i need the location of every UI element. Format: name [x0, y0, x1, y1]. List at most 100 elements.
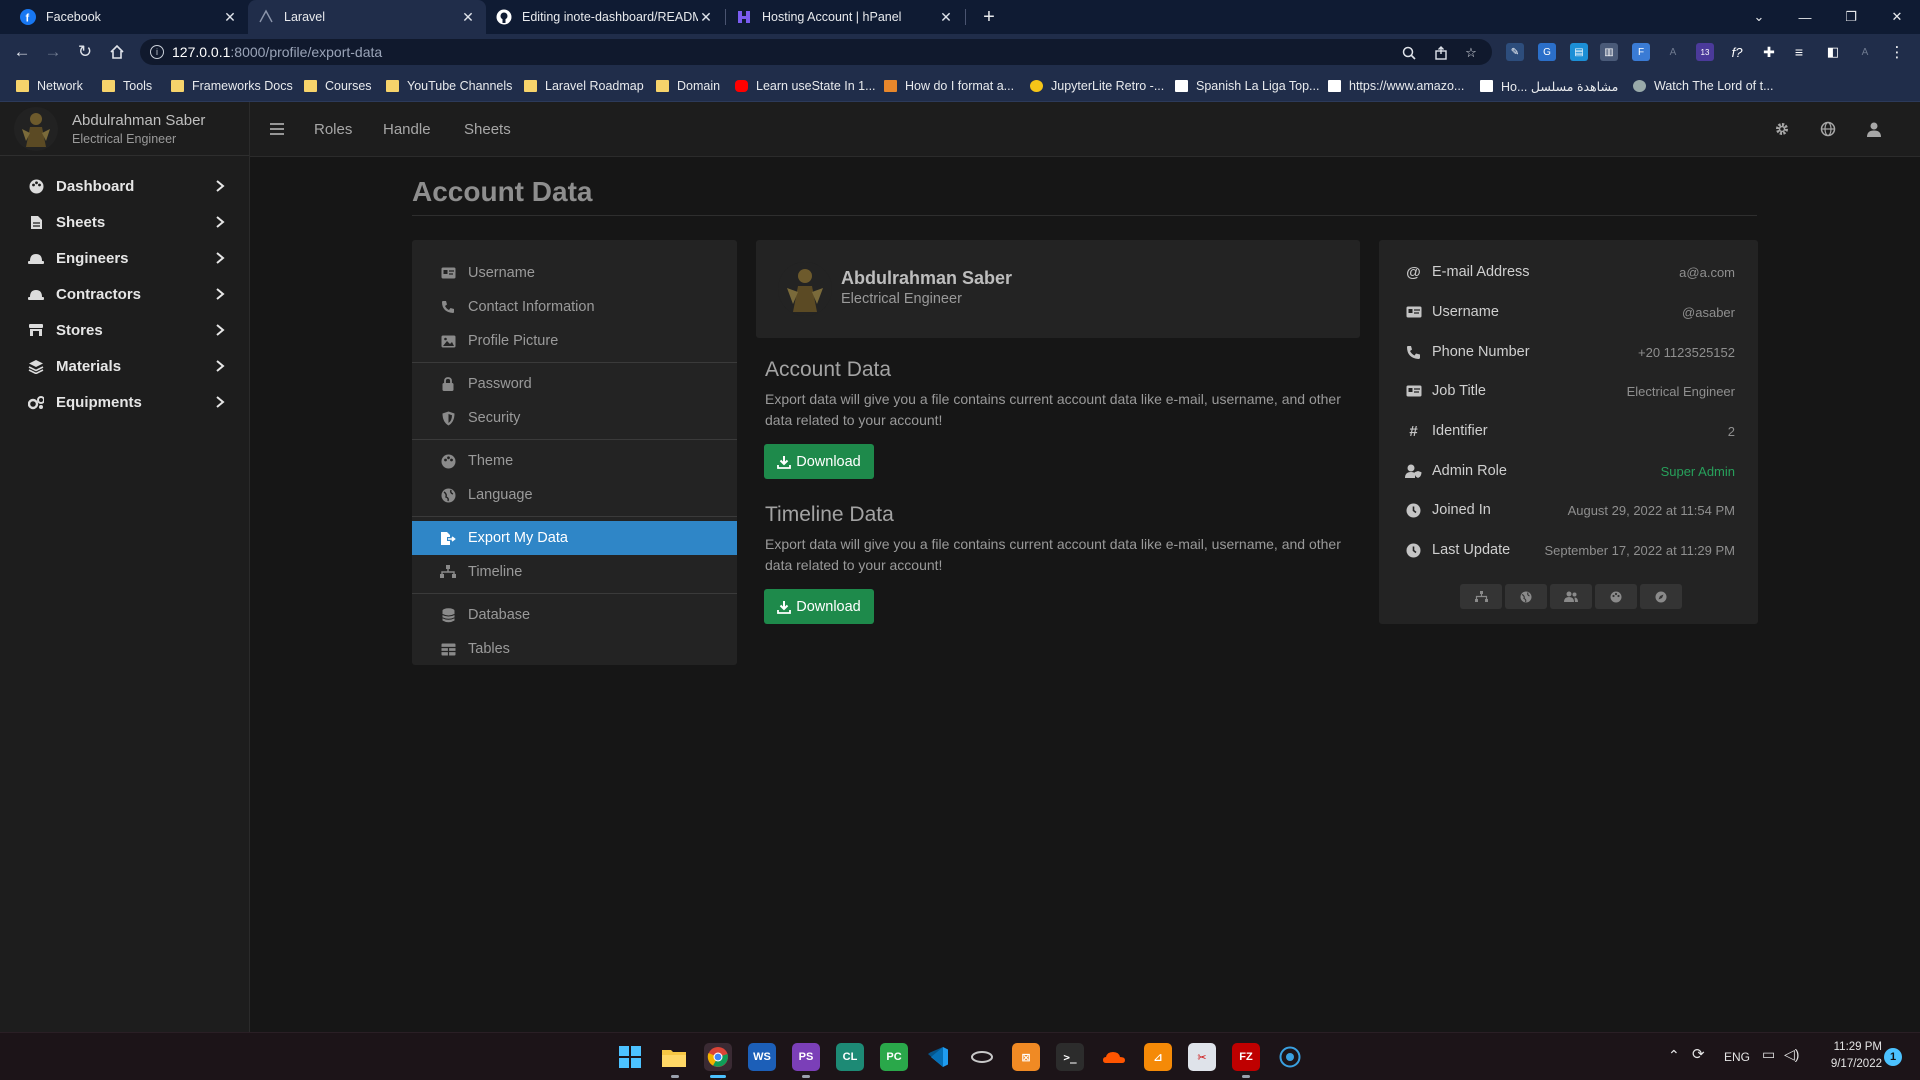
bookmark-star-icon[interactable]: ☆: [1462, 44, 1480, 62]
compass-icon[interactable]: [1640, 584, 1682, 609]
menu-dots-icon[interactable]: ⋮: [1888, 43, 1906, 61]
globe-icon[interactable]: [1819, 120, 1837, 138]
sitemap-icon[interactable]: [1460, 584, 1502, 609]
menu-item-export-my-data[interactable]: Export My Data: [412, 521, 737, 555]
formula-icon[interactable]: f?: [1728, 43, 1746, 61]
sidebar-user[interactable]: Abdulrahman Saber Electrical Engineer: [0, 102, 249, 156]
bookmark-link[interactable]: Ho... مشاهدة مسلسل: [1480, 77, 1618, 95]
snipping-tool-icon[interactable]: ✂: [1188, 1043, 1216, 1071]
filezilla-icon[interactable]: FZ: [1232, 1043, 1260, 1071]
app-icon[interactable]: [968, 1043, 996, 1071]
bookmark-link[interactable]: Spanish La Liga Top...: [1175, 77, 1319, 95]
gear-icon[interactable]: [1773, 120, 1791, 138]
menu-item-database[interactable]: Database: [412, 598, 737, 632]
webstorm-icon[interactable]: WS: [748, 1043, 776, 1071]
palette-icon[interactable]: [1595, 584, 1637, 609]
menu-item-username[interactable]: Username: [412, 256, 737, 290]
forward-button[interactable]: →: [41, 40, 65, 64]
tab-laravel[interactable]: Laravel ✕: [248, 0, 486, 34]
bookmark-link[interactable]: https://www.amazo...: [1328, 77, 1464, 95]
sidebar-item-materials[interactable]: Materials: [0, 348, 249, 384]
extension-icon[interactable]: ▤: [1570, 43, 1588, 61]
bookmark-link[interactable]: Watch The Lord of t...: [1633, 77, 1774, 95]
translate-icon[interactable]: G: [1538, 43, 1556, 61]
extension-icon[interactable]: A: [1664, 43, 1682, 61]
nav-link-roles[interactable]: Roles: [314, 121, 352, 138]
nav-link-handle[interactable]: Handle: [383, 121, 431, 138]
close-tab-icon[interactable]: ✕: [698, 9, 714, 26]
close-tab-icon[interactable]: ✕: [222, 9, 238, 26]
app-icon[interactable]: [1276, 1043, 1304, 1071]
terminal-icon[interactable]: >_: [1056, 1043, 1084, 1071]
tray-overflow-icon[interactable]: ⌃: [1668, 1047, 1680, 1064]
sidebar-item-equipments[interactable]: Equipments: [0, 384, 249, 420]
menu-item-tables[interactable]: Tables: [412, 632, 737, 666]
sidebar-item-dashboard[interactable]: Dashboard: [0, 168, 249, 204]
close-tab-icon[interactable]: ✕: [938, 9, 954, 26]
phpstorm-icon[interactable]: PS: [792, 1043, 820, 1071]
clion-icon[interactable]: CL: [836, 1043, 864, 1071]
globe-icon[interactable]: [1505, 584, 1547, 609]
minimize-button[interactable]: —: [1782, 0, 1828, 34]
side-panel-icon[interactable]: ◧: [1824, 43, 1842, 61]
extension-icon[interactable]: ✎: [1506, 43, 1524, 61]
sync-icon[interactable]: ⟳: [1692, 1045, 1705, 1063]
bookmark-folder[interactable]: Tools: [102, 77, 152, 95]
menu-item-security[interactable]: Security: [412, 401, 737, 435]
address-bar[interactable]: i 127.0.0.1:8000/profile/export-data ☆: [140, 39, 1492, 65]
bookmark-folder[interactable]: Frameworks Docs: [171, 77, 293, 95]
tab-hostinger[interactable]: Hosting Account | hPanel ✕: [726, 0, 964, 34]
reload-button[interactable]: ↻: [73, 40, 97, 64]
home-button[interactable]: [105, 40, 129, 64]
zoom-icon[interactable]: [1400, 44, 1418, 62]
extension-icon[interactable]: 13: [1696, 43, 1714, 61]
language-indicator[interactable]: ENG: [1724, 1050, 1750, 1064]
download-timeline-data-button[interactable]: Download: [764, 589, 874, 624]
chrome-icon[interactable]: [704, 1043, 732, 1071]
download-account-data-button[interactable]: Download: [764, 444, 874, 479]
menu-item-password[interactable]: Password: [412, 367, 737, 401]
hamburger-menu-icon[interactable]: [268, 120, 286, 138]
extension-icon[interactable]: ▥: [1600, 43, 1618, 61]
maximize-button[interactable]: ❐: [1828, 0, 1874, 34]
clock-time[interactable]: 11:29 PM: [1810, 1041, 1882, 1053]
notification-badge[interactable]: 1: [1884, 1048, 1902, 1066]
app-icon[interactable]: ⊿: [1144, 1043, 1172, 1071]
share-icon[interactable]: [1432, 44, 1450, 62]
users-icon[interactable]: [1550, 584, 1592, 609]
bookmark-link[interactable]: JupyterLite Retro -...: [1030, 77, 1164, 95]
clock-date[interactable]: 9/17/2022: [1810, 1058, 1882, 1070]
menu-item-language[interactable]: Language: [412, 478, 737, 512]
windows-start-icon[interactable]: [616, 1043, 644, 1071]
bookmark-link[interactable]: How do I format a...: [884, 77, 1014, 95]
extension-icon[interactable]: F: [1632, 43, 1650, 61]
site-info-icon[interactable]: i: [150, 45, 164, 59]
puzzle-icon[interactable]: ✚: [1760, 43, 1778, 61]
pycharm-icon[interactable]: PC: [880, 1043, 908, 1071]
vscode-icon[interactable]: [924, 1043, 952, 1071]
sidebar-item-stores[interactable]: Stores: [0, 312, 249, 348]
bookmark-folder[interactable]: Domain: [656, 77, 720, 95]
new-tab-button[interactable]: +: [976, 4, 1002, 30]
tab-facebook[interactable]: f Facebook ✕: [10, 0, 248, 34]
media-icon[interactable]: ≡: [1790, 43, 1808, 61]
close-window-button[interactable]: ✕: [1874, 0, 1920, 34]
network-icon[interactable]: ▭: [1762, 1046, 1775, 1063]
profile-icon[interactable]: A: [1856, 43, 1874, 61]
bookmark-folder[interactable]: Network: [16, 77, 83, 95]
sidebar-item-engineers[interactable]: Engineers: [0, 240, 249, 276]
bookmark-folder[interactable]: Laravel Roadmap: [524, 77, 644, 95]
tab-search-icon[interactable]: ⌄: [1736, 0, 1782, 34]
tab-github[interactable]: Editing inote-dashboard/README ✕: [486, 0, 724, 34]
menu-item-profile-picture[interactable]: Profile Picture: [412, 324, 737, 358]
close-tab-icon[interactable]: ✕: [460, 9, 476, 26]
file-explorer-icon[interactable]: [660, 1043, 688, 1071]
nav-link-sheets[interactable]: Sheets: [464, 121, 511, 138]
menu-item-theme[interactable]: Theme: [412, 444, 737, 478]
menu-item-contact-information[interactable]: Contact Information: [412, 290, 737, 324]
bookmark-folder[interactable]: Courses: [304, 77, 372, 95]
bookmark-link[interactable]: Learn useState In 1...: [735, 77, 876, 95]
bookmark-folder[interactable]: YouTube Channels: [386, 77, 512, 95]
sidebar-item-contractors[interactable]: Contractors: [0, 276, 249, 312]
xampp-icon[interactable]: ⊠: [1012, 1043, 1040, 1071]
